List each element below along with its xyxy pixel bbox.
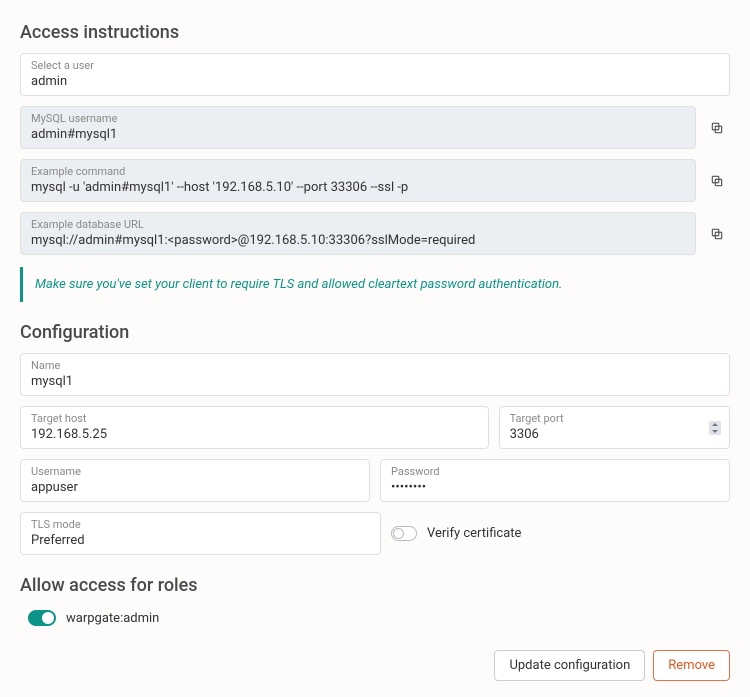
- copy-icon: [710, 227, 724, 241]
- example-url-label: Example database URL: [31, 218, 685, 231]
- configuration-heading: Configuration: [20, 322, 730, 343]
- name-input[interactable]: [31, 374, 719, 389]
- copy-example-url-button[interactable]: [704, 212, 730, 255]
- roles-heading: Allow access for roles: [20, 575, 730, 596]
- name-label: Name: [31, 359, 719, 372]
- target-port-label: Target port: [510, 412, 719, 425]
- name-field[interactable]: Name: [20, 353, 730, 396]
- copy-icon: [710, 174, 724, 188]
- password-input[interactable]: [391, 480, 719, 495]
- example-url-value: mysql://admin#mysql1:<password>@192.168.…: [31, 233, 685, 248]
- target-host-input[interactable]: [31, 427, 478, 442]
- target-host-label: Target host: [31, 412, 478, 425]
- copy-mysql-username-button[interactable]: [704, 106, 730, 149]
- target-host-field[interactable]: Target host: [20, 406, 489, 449]
- example-command-field: Example command mysql -u 'admin#mysql1' …: [20, 159, 696, 202]
- tls-mode-label: TLS mode: [31, 518, 370, 531]
- verify-certificate-row: Verify certificate: [391, 512, 730, 555]
- target-port-field[interactable]: Target port: [499, 406, 730, 449]
- target-port-input[interactable]: [510, 427, 719, 442]
- mysql-username-value: admin#mysql1: [31, 127, 685, 142]
- actions-row: Update configuration Remove: [20, 650, 730, 681]
- username-label: Username: [31, 465, 359, 478]
- verify-certificate-toggle[interactable]: [391, 526, 417, 541]
- role-toggle[interactable]: [28, 610, 56, 626]
- tls-mode-value: Preferred: [31, 533, 370, 548]
- mysql-username-label: MySQL username: [31, 112, 685, 125]
- select-user-value: admin: [31, 74, 719, 89]
- remove-button[interactable]: Remove: [653, 650, 730, 681]
- select-user-label: Select a user: [31, 59, 719, 72]
- password-field[interactable]: Password: [380, 459, 730, 502]
- username-field[interactable]: Username: [20, 459, 370, 502]
- number-stepper[interactable]: [709, 421, 721, 435]
- username-input[interactable]: [31, 480, 359, 495]
- copy-icon: [710, 121, 724, 135]
- role-name: warpgate:admin: [66, 611, 159, 626]
- mysql-username-field: MySQL username admin#mysql1: [20, 106, 696, 149]
- example-url-field: Example database URL mysql://admin#mysql…: [20, 212, 696, 255]
- copy-example-command-button[interactable]: [704, 159, 730, 202]
- tls-mode-field[interactable]: TLS mode Preferred: [20, 512, 381, 555]
- example-command-value: mysql -u 'admin#mysql1' --host '192.168.…: [31, 180, 685, 195]
- tls-callout: Make sure you've set your client to requ…: [20, 267, 730, 302]
- access-heading: Access instructions: [20, 22, 730, 43]
- select-user-field[interactable]: Select a user admin: [20, 53, 730, 96]
- example-command-label: Example command: [31, 165, 685, 178]
- role-row: warpgate:admin: [20, 606, 730, 630]
- verify-certificate-label: Verify certificate: [427, 526, 521, 541]
- password-label: Password: [391, 465, 719, 478]
- update-configuration-button[interactable]: Update configuration: [494, 650, 645, 681]
